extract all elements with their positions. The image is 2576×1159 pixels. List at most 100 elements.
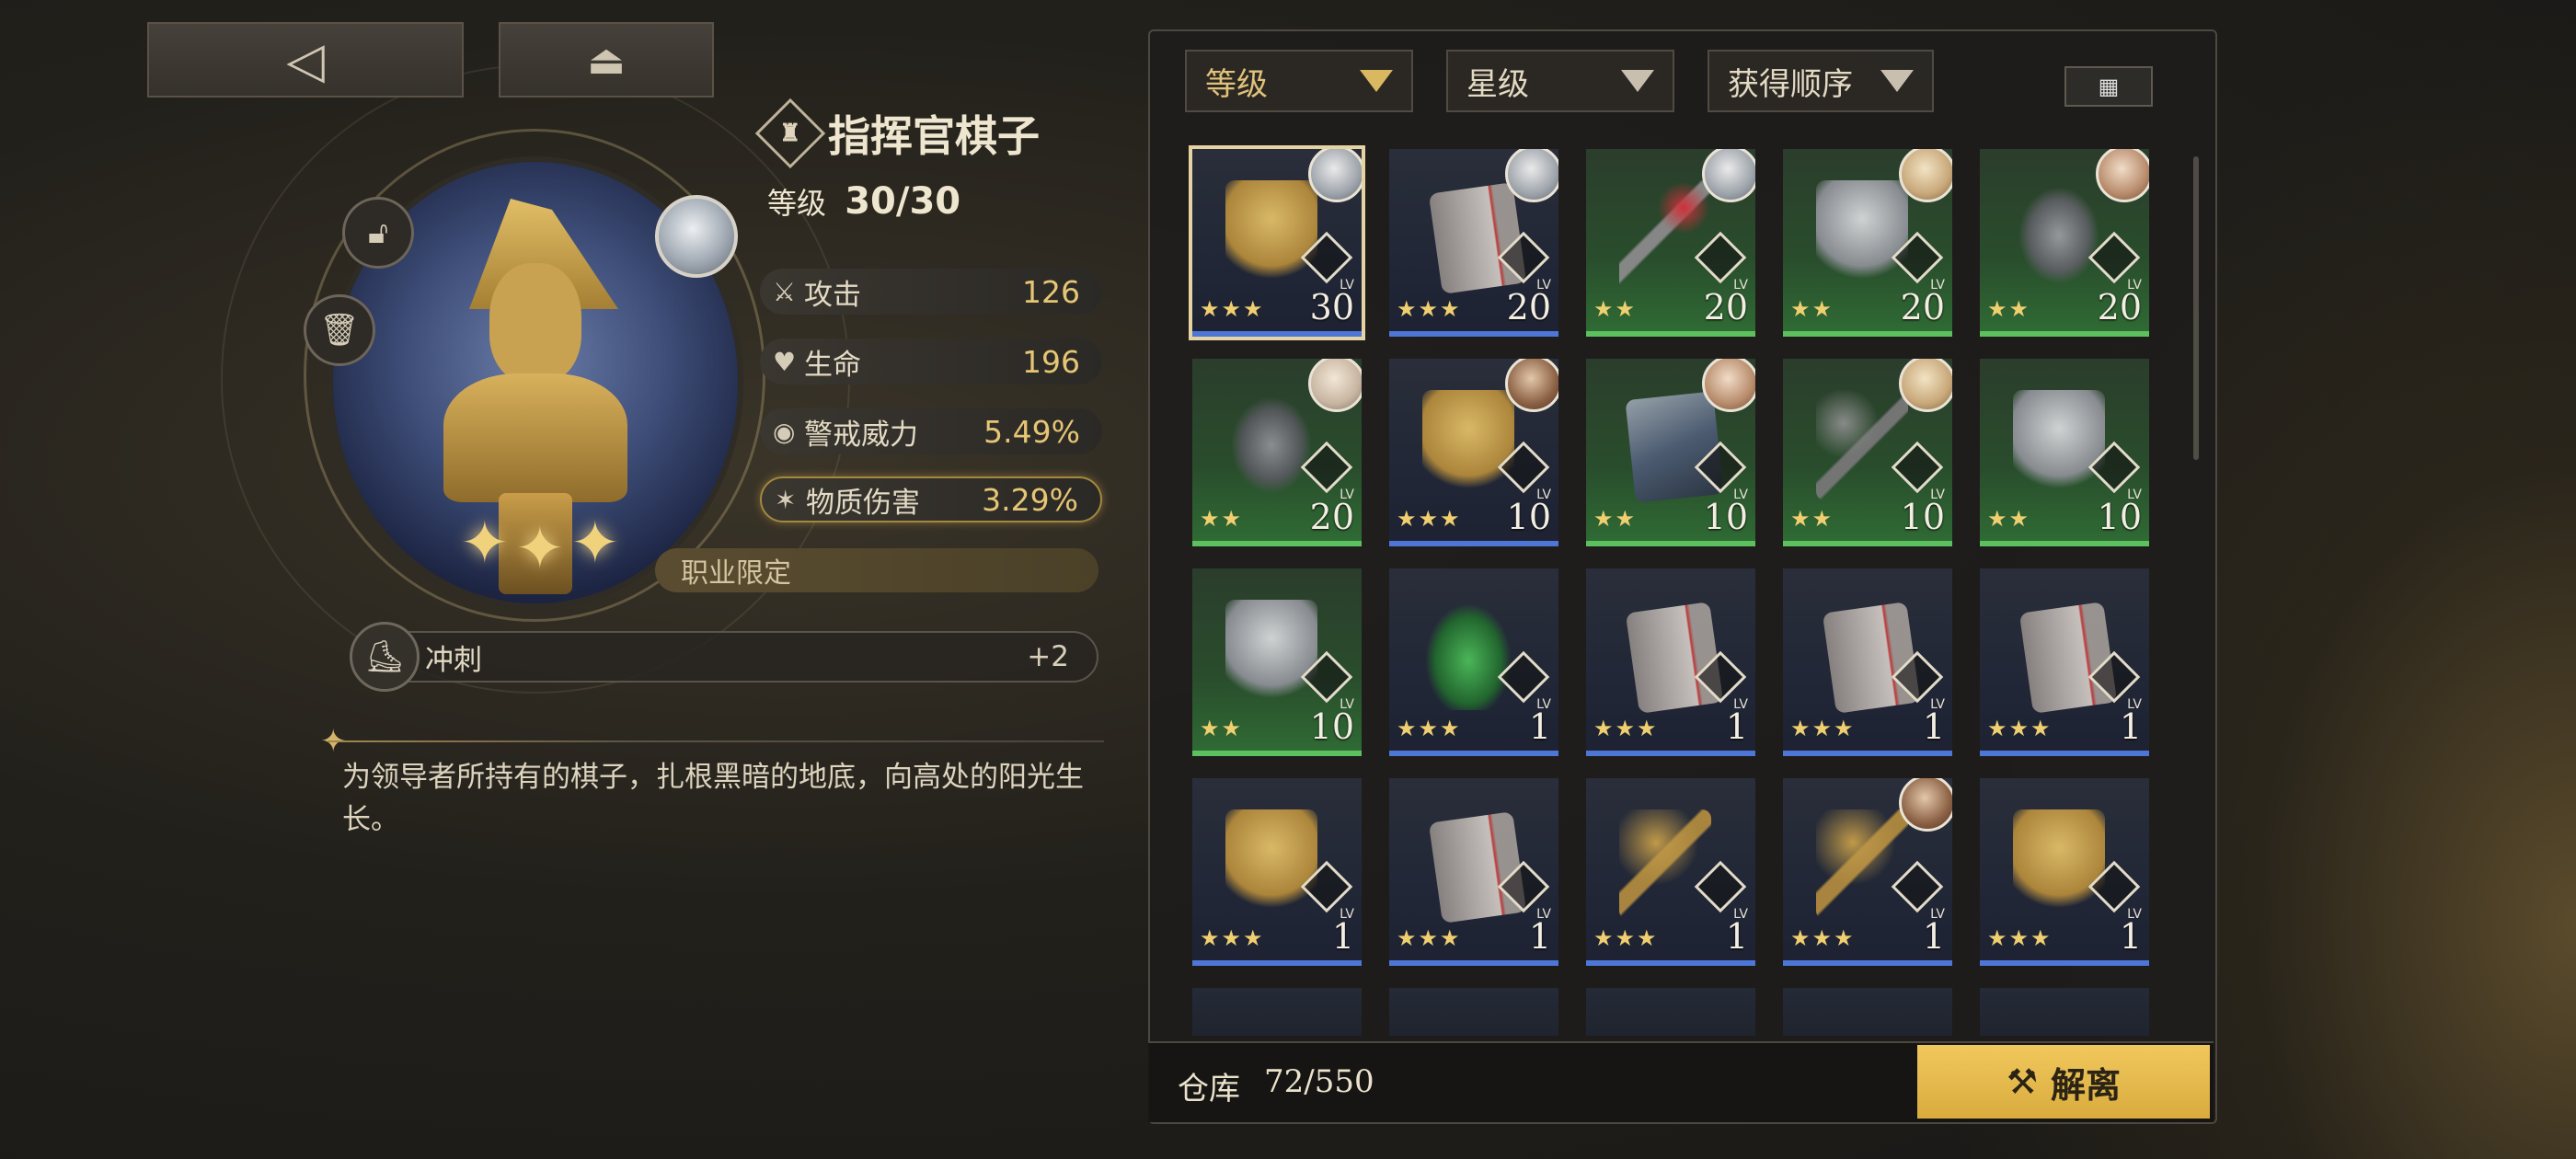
job-restriction: 职业限定 bbox=[655, 548, 1098, 592]
star-rating: ★★★ bbox=[1987, 716, 2053, 741]
item-card[interactable]: LV ★★★ 1 bbox=[1586, 778, 1755, 966]
filter-label: 获得顺序 bbox=[1728, 65, 1853, 103]
item-level: 20 bbox=[2097, 287, 2142, 327]
home-button[interactable]: ⏏ bbox=[499, 22, 714, 98]
stat-hp: ♥ 生命 196 bbox=[760, 339, 1102, 384]
item-level: 1 bbox=[1528, 916, 1551, 957]
equipped-avatar bbox=[2096, 149, 2149, 202]
item-card[interactable]: LV ★★ 20 bbox=[1783, 149, 1952, 337]
stat-value: 126 bbox=[1022, 273, 1080, 310]
wrench-icon: ⚒︎ bbox=[2006, 1061, 2039, 1102]
lock-button[interactable]: 🔓︎ bbox=[342, 197, 414, 269]
item-image bbox=[1619, 809, 1711, 920]
filter-label: 等级 bbox=[1205, 65, 1268, 103]
star-rating: ★★★ bbox=[1397, 506, 1462, 532]
item-name: 指挥官棋子 bbox=[828, 111, 1040, 161]
star-rating: ★★ bbox=[1790, 506, 1834, 532]
item-level: 等级 30/30 bbox=[767, 180, 960, 223]
item-card[interactable]: LV ★★ 10 bbox=[1192, 568, 1362, 756]
back-button[interactable]: ◁ bbox=[147, 22, 464, 98]
item-title: ♜ 指挥官棋子 bbox=[754, 98, 1040, 169]
item-card[interactable]: LV ★★★ 1 bbox=[1389, 568, 1558, 756]
eye-icon: ◉ bbox=[773, 416, 796, 447]
dismantle-button[interactable]: ⚒︎ 解离 bbox=[1917, 1045, 2210, 1119]
item-image bbox=[1422, 390, 1514, 500]
back-arrow-icon: ◁ bbox=[286, 30, 325, 89]
item-level: 1 bbox=[1725, 916, 1748, 957]
filter-level[interactable]: 等级 bbox=[1185, 50, 1413, 112]
item-image bbox=[1625, 602, 1724, 714]
dismantle-label: 解离 bbox=[2051, 1064, 2122, 1106]
stat-attack: ⚔︎ 攻击 126 bbox=[760, 269, 1102, 315]
grid-view-button[interactable]: ▦ bbox=[2064, 66, 2153, 107]
stat-name: 警戒威力 bbox=[804, 418, 918, 452]
star-rating: ★★★ bbox=[1987, 925, 2053, 951]
level-label: 等级 bbox=[767, 186, 827, 221]
boot-icon: ⛸︎ bbox=[350, 622, 420, 692]
sword-icon: ⚔︎ bbox=[773, 276, 797, 307]
level-value: 30/30 bbox=[845, 180, 961, 223]
item-card[interactable]: LV ★★★ 1 bbox=[1783, 568, 1952, 756]
item-card[interactable]: LV ★★★ 20 bbox=[1389, 149, 1558, 337]
partial-card[interactable] bbox=[1783, 988, 1952, 1036]
star-rating: ★★★ bbox=[1593, 716, 1659, 741]
star-rating: ★★★ bbox=[1593, 925, 1659, 951]
item-level: 10 bbox=[1506, 497, 1551, 537]
filter-obtain-order[interactable]: 获得顺序 bbox=[1708, 50, 1934, 112]
item-level: 20 bbox=[1900, 287, 1945, 327]
item-card[interactable]: LV ★★ 10 bbox=[1586, 359, 1755, 546]
item-level: 20 bbox=[1309, 497, 1354, 537]
item-image bbox=[1225, 809, 1317, 920]
rarity-star: ✦ bbox=[460, 510, 510, 578]
item-card[interactable]: LV ★★★ 10 bbox=[1389, 359, 1558, 546]
equipped-avatar bbox=[1505, 359, 1558, 412]
star-rating: ★★★ bbox=[1200, 925, 1265, 951]
item-card[interactable]: LV ★★★ 1 bbox=[1980, 568, 2149, 756]
skill-row[interactable]: ⛸︎ 冲刺 +2 bbox=[350, 622, 1098, 692]
stat-value: 196 bbox=[1022, 343, 1080, 380]
item-card[interactable]: LV ★★ 20 bbox=[1586, 149, 1755, 337]
star-rating: ★★ bbox=[1593, 506, 1638, 532]
item-description: 为领导者所持有的棋子，扎根黑暗的地底，向高处的阳光生长。 bbox=[342, 761, 1084, 836]
divider bbox=[328, 740, 1104, 742]
star-rating: ★★★ bbox=[1397, 296, 1462, 322]
item-card[interactable]: LV ★★★ 1 bbox=[1783, 778, 1952, 966]
partial-card[interactable] bbox=[1586, 988, 1755, 1036]
home-icon: ⏏ bbox=[587, 36, 626, 84]
item-card[interactable]: LV ★★★ 1 bbox=[1389, 778, 1558, 966]
item-image bbox=[1422, 600, 1514, 710]
equipped-avatar bbox=[1308, 359, 1362, 412]
item-card[interactable]: LV ★★ 20 bbox=[1192, 359, 1362, 546]
item-card[interactable]: LV ★★ 10 bbox=[1783, 359, 1952, 546]
item-image bbox=[1822, 602, 1921, 714]
item-card[interactable]: LV ★★★ 1 bbox=[1192, 778, 1362, 966]
delete-button[interactable]: 🗑︎ bbox=[304, 294, 375, 366]
star-rating: ★★★ bbox=[1200, 296, 1265, 322]
rarity-star: ✦ bbox=[570, 510, 620, 578]
item-level: 1 bbox=[1922, 916, 1945, 957]
item-card[interactable]: LV ★★ 10 bbox=[1980, 359, 2149, 546]
scrollbar[interactable] bbox=[2193, 156, 2199, 460]
item-image bbox=[1816, 390, 1908, 500]
star-rating: ★★★ bbox=[1790, 716, 1856, 741]
item-card[interactable]: LV ★★ 20 bbox=[1980, 149, 2149, 337]
item-level: 1 bbox=[2119, 706, 2142, 747]
partial-card[interactable] bbox=[1192, 988, 1362, 1036]
item-card[interactable]: LV ★★★ 1 bbox=[1980, 778, 2149, 966]
item-level: 10 bbox=[1309, 706, 1354, 747]
skill-name: 冲刺 bbox=[425, 643, 482, 677]
item-card[interactable]: LV ★★★ 30 bbox=[1189, 145, 1365, 340]
equipped-character-avatar[interactable] bbox=[655, 195, 738, 278]
rarity-star: ✦ bbox=[515, 515, 565, 583]
star-rating: ★★ bbox=[1790, 296, 1834, 322]
stat-name: 攻击 bbox=[804, 278, 861, 312]
item-card[interactable]: LV ★★★ 1 bbox=[1586, 568, 1755, 756]
partial-card[interactable] bbox=[1389, 988, 1558, 1036]
item-image bbox=[1428, 811, 1527, 924]
filter-star[interactable]: 星级 bbox=[1446, 50, 1674, 112]
dropdown-triangle-icon bbox=[1621, 70, 1654, 92]
partial-card[interactable] bbox=[1980, 988, 2149, 1036]
skill-value: +2 bbox=[1027, 640, 1069, 673]
bust-head bbox=[489, 263, 581, 383]
warehouse-label: 仓库 bbox=[1178, 1071, 1240, 1107]
